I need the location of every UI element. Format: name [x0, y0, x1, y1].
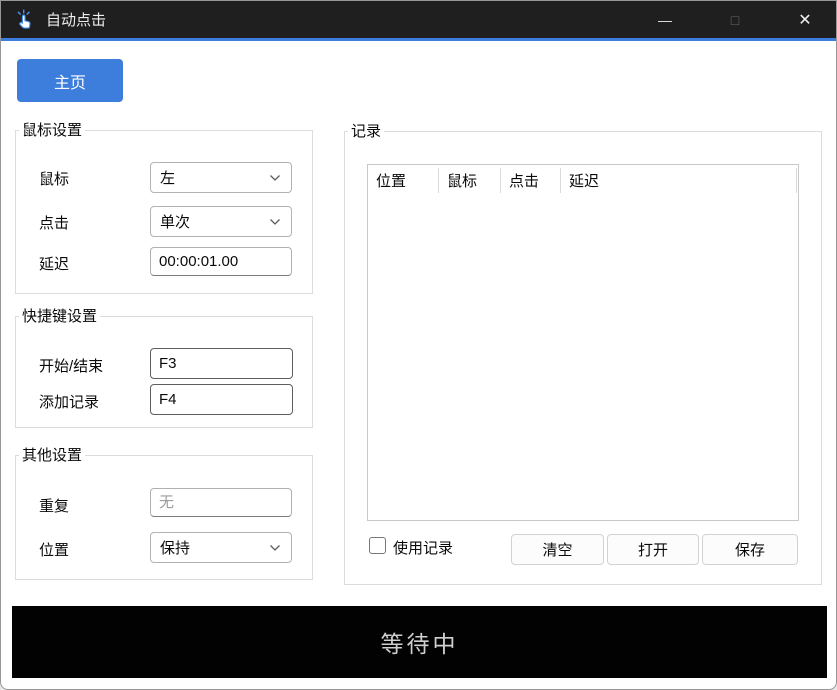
save-button[interactable]: 保存 [702, 534, 798, 565]
other-settings-group: 其他设置 重复 位置 保持 [15, 455, 313, 580]
start-stop-label: 开始/结束 [39, 355, 103, 376]
column-header-click[interactable]: 点击 [501, 168, 561, 193]
hand-click-icon [14, 9, 36, 31]
accent-divider [1, 38, 836, 41]
hotkey-settings-legend: 快捷键设置 [19, 307, 100, 326]
records-group: 记录 位置 鼠标 点击 延迟 使用记录 清空 打开 保存 [344, 131, 822, 585]
add-record-label: 添加记录 [39, 391, 99, 412]
delay-input[interactable] [150, 247, 292, 276]
chevron-down-icon [269, 544, 281, 552]
column-header-delay[interactable]: 延迟 [561, 168, 797, 193]
click-type-value: 单次 [160, 211, 190, 232]
window-controls: — □ ✕ [618, 1, 836, 38]
repeat-label: 重复 [39, 495, 69, 516]
use-records-checkbox[interactable] [369, 537, 386, 554]
maximize-icon[interactable]: □ [712, 1, 758, 38]
position-label: 位置 [39, 539, 69, 560]
close-icon[interactable]: ✕ [782, 1, 828, 38]
click-type-select[interactable]: 单次 [150, 206, 292, 237]
position-value: 保持 [160, 537, 190, 558]
mouse-button-label: 鼠标 [39, 168, 69, 189]
titlebar: 自动点击 — □ ✕ [1, 1, 836, 38]
chevron-down-icon [269, 174, 281, 182]
clear-button[interactable]: 清空 [511, 534, 604, 565]
mouse-button-value: 左 [160, 167, 175, 188]
records-legend: 记录 [348, 122, 384, 141]
mouse-settings-group: 鼠标设置 鼠标 左 点击 单次 延迟 [15, 130, 313, 294]
add-record-hotkey-input[interactable] [150, 384, 293, 415]
open-button[interactable]: 打开 [607, 534, 699, 565]
home-tab-button[interactable]: 主页 [17, 59, 123, 102]
chevron-down-icon [269, 218, 281, 226]
column-header-mouse[interactable]: 鼠标 [439, 168, 501, 193]
hotkey-settings-group: 快捷键设置 开始/结束 添加记录 [15, 316, 313, 428]
position-select[interactable]: 保持 [150, 532, 292, 563]
column-header-position[interactable]: 位置 [368, 168, 439, 193]
mouse-button-select[interactable]: 左 [150, 162, 292, 193]
window-title: 自动点击 [46, 9, 106, 30]
app-window: 自动点击 — □ ✕ 主页 鼠标设置 鼠标 左 点击 单次 延迟 快捷键设置 开… [0, 0, 837, 690]
records-table-header: 位置 鼠标 点击 延迟 [368, 165, 798, 193]
click-type-label: 点击 [39, 212, 69, 233]
status-bar: 等待中 [12, 606, 827, 678]
start-stop-hotkey-input[interactable] [150, 348, 293, 379]
records-table[interactable]: 位置 鼠标 点击 延迟 [367, 164, 799, 521]
minimize-icon[interactable]: — [642, 1, 688, 38]
status-text: 等待中 [381, 625, 459, 659]
mouse-settings-legend: 鼠标设置 [19, 121, 85, 140]
delay-label: 延迟 [39, 253, 69, 274]
use-records-label: 使用记录 [393, 537, 453, 558]
repeat-input[interactable] [150, 488, 292, 517]
other-settings-legend: 其他设置 [19, 446, 85, 465]
